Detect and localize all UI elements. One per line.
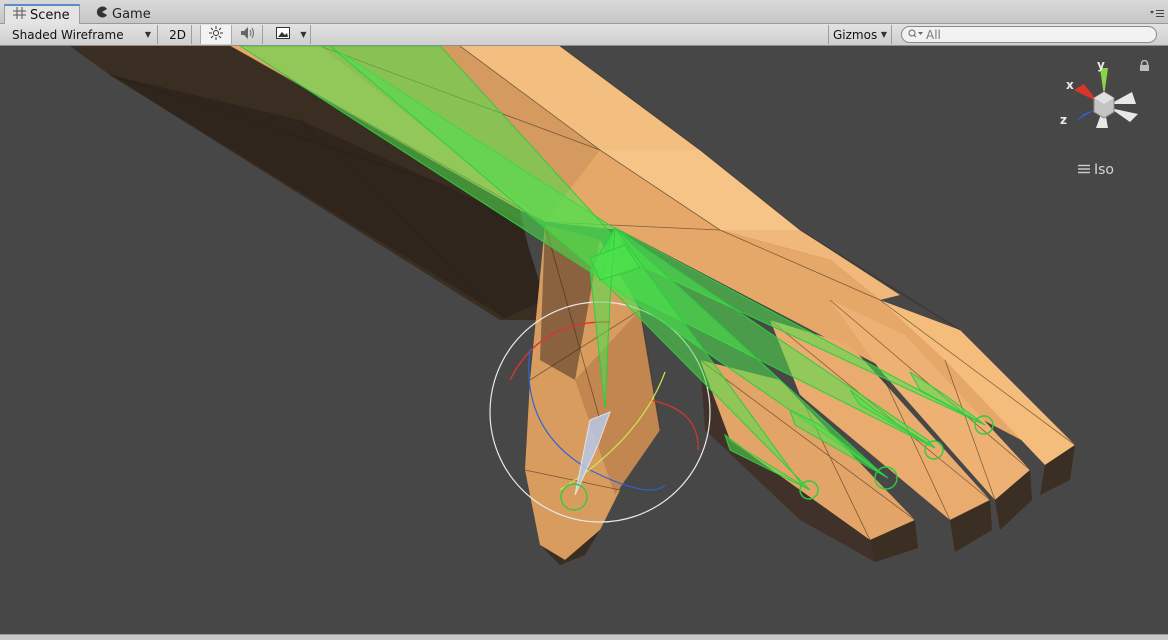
scene-toolbar: Shaded Wireframe ▼ 2D ▼ Gizmos ▼ All <box>0 24 1168 46</box>
tab-scene-label: Scene <box>30 7 70 23</box>
projection-toggle[interactable]: Iso <box>1078 162 1114 178</box>
gizmos-dropdown[interactable]: Gizmos ▼ <box>828 25 892 44</box>
tab-game[interactable]: Game <box>88 4 158 24</box>
chevron-down-icon: ▼ <box>144 30 151 39</box>
window-tab-bar: Scene Game <box>0 0 1168 24</box>
gizmo-y-label: y <box>1097 58 1105 72</box>
image-icon <box>276 27 290 42</box>
chevron-down-icon: ▼ <box>880 30 887 39</box>
search-icon <box>908 28 924 42</box>
effects-dropdown[interactable]: ▼ <box>297 25 311 44</box>
draw-mode-value: Shaded Wireframe <box>12 27 124 42</box>
scene-search-input[interactable]: All <box>901 26 1157 43</box>
gizmo-z-label: z <box>1060 113 1067 127</box>
2d-label: 2D <box>169 27 186 42</box>
hamburger-icon <box>1078 162 1090 178</box>
pacman-icon <box>96 6 108 22</box>
tab-game-label: Game <box>112 6 151 22</box>
lock-icon[interactable] <box>1139 59 1150 75</box>
scene-lighting-button[interactable] <box>200 25 232 44</box>
chevron-down-icon: ▼ <box>300 30 307 39</box>
draw-mode-dropdown[interactable]: Shaded Wireframe ▼ <box>6 25 158 44</box>
gizmos-label: Gizmos <box>833 27 878 42</box>
window-bottom-border <box>0 634 1168 640</box>
sun-icon <box>209 26 223 43</box>
search-placeholder: All <box>926 27 941 42</box>
scene-effects-button[interactable] <box>270 25 296 44</box>
scene-audio-button[interactable] <box>233 25 263 44</box>
hand-mesh-render <box>70 46 1076 565</box>
gizmo-x-label: x <box>1066 78 1074 92</box>
tab-scene[interactable]: Scene <box>4 4 80 24</box>
projection-label: Iso <box>1094 162 1114 178</box>
tab-options-menu-icon[interactable] <box>1150 8 1164 18</box>
scene-viewport[interactable] <box>0 46 1168 634</box>
orientation-gizmo[interactable]: y x z <box>1052 56 1142 146</box>
speaker-icon <box>240 26 256 43</box>
2d-toggle-button[interactable]: 2D <box>164 25 192 44</box>
grid-icon <box>13 7 26 23</box>
